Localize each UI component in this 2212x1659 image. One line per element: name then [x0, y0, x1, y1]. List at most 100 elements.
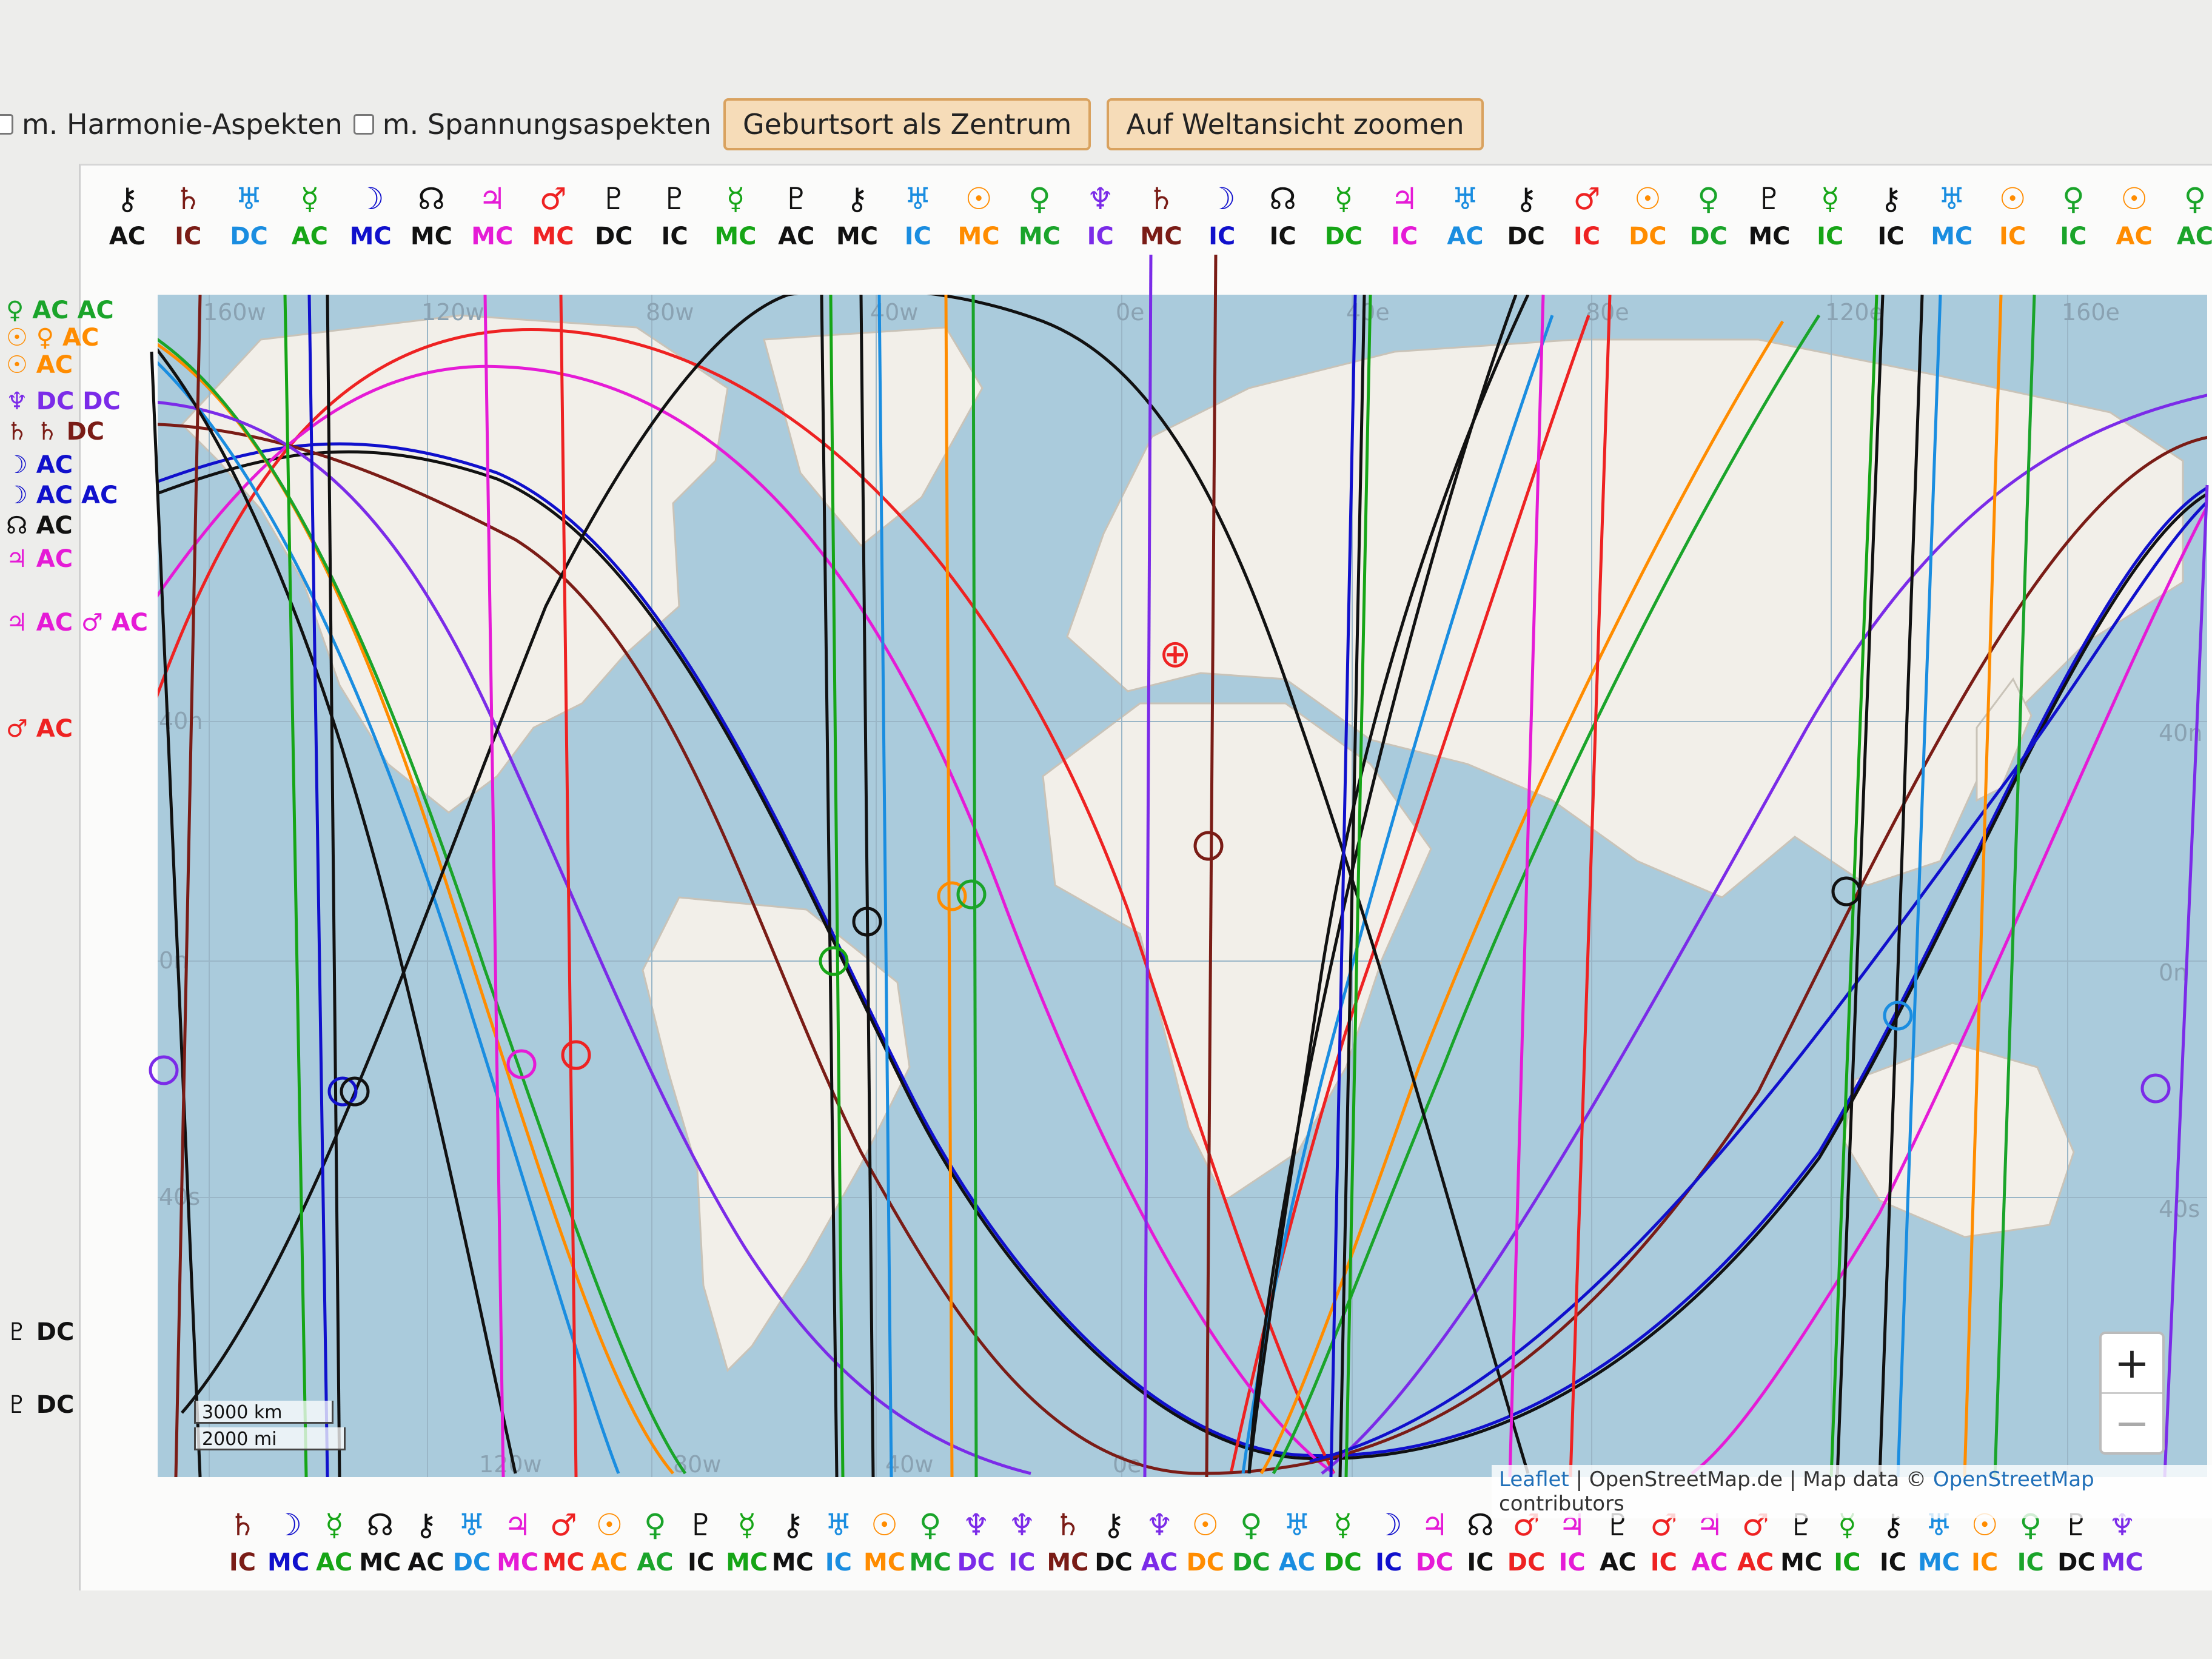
map-scale: 3000 km 2000 mi	[194, 1401, 346, 1454]
side-label-10: ♂ AC	[6, 715, 73, 743]
bottom-label-angle-6: MC	[497, 1549, 538, 1577]
scale-mi: 2000 mi	[194, 1427, 346, 1450]
lat-label-left-0: 40n	[159, 708, 203, 734]
top-label-symbol-19: ☊	[1269, 181, 1296, 216]
side-label-2: ☉ AC	[6, 351, 73, 379]
bottom-label-angle-17: IC	[1008, 1549, 1035, 1577]
top-label-angle-20: DC	[1325, 223, 1363, 250]
side-label-3: ♆ DC DC	[6, 387, 121, 415]
lon-label-1: 120w	[421, 299, 484, 326]
top-label-symbol-30: ♅	[1938, 181, 1965, 216]
bottom-label-symbol-2: ☿	[325, 1507, 344, 1543]
bottom-label-symbol-12: ⚷	[782, 1507, 804, 1543]
top-label-angle-19: IC	[1269, 223, 1296, 250]
bottom-label-symbol-19: ⚷	[1102, 1507, 1125, 1543]
bottom-label-angle-28: DC	[1507, 1549, 1546, 1577]
top-label-angle-2: DC	[230, 223, 268, 250]
bottom-label-angle-15: MC	[910, 1549, 951, 1577]
top-label-angle-1: IC	[175, 223, 201, 250]
top-label-angle-34: AC	[2177, 223, 2212, 250]
top-label-angle-16: IC	[1087, 223, 1114, 250]
bottom-label-angle-13: IC	[825, 1549, 852, 1577]
top-label-angle-7: MC	[532, 223, 574, 250]
top-label-symbol-8: ♇	[600, 181, 628, 216]
bottom-label-symbol-3: ☊	[367, 1507, 394, 1543]
bottom-label-angle-37: MC	[1918, 1549, 1960, 1577]
top-label-angle-10: MC	[714, 223, 756, 250]
top-label-symbol-9: ♇	[661, 181, 688, 216]
top-label-angle-29: IC	[1877, 223, 1904, 250]
zoom-control: + −	[2099, 1332, 2165, 1455]
top-label-symbol-12: ⚷	[846, 181, 868, 216]
top-label-angle-31: IC	[1999, 223, 2026, 250]
bottom-label-angle-39: IC	[2017, 1549, 2044, 1577]
bottom-label-angle-11: MC	[726, 1549, 768, 1577]
top-label-symbol-23: ⚷	[1515, 181, 1537, 216]
top-label-symbol-7: ♂	[540, 181, 567, 216]
lon-label-6: 80e	[1586, 299, 1629, 326]
bottom-label-angle-21: DC	[1187, 1549, 1225, 1577]
side-label-1: ☉ ♀ AC	[6, 324, 99, 352]
bottom-label-angle-22: DC	[1232, 1549, 1270, 1577]
top-line-labels: ⚷ AC ♄ IC ♅ DC ☿ AC ☽ MC ☊ MC ♃ MC ♂ MC ♇ DC ♇ IC ☿ MC ♇ AC ⚷ MC ♅…	[109, 181, 2212, 250]
bottom-label-angle-40: DC	[2057, 1549, 2096, 1577]
leaflet-link[interactable]: Leaflet	[1499, 1467, 1569, 1492]
side-label-7: ☊ AC	[6, 512, 73, 540]
bottom-label-symbol-26: ♃	[1421, 1507, 1448, 1543]
bottom-label-angle-24: DC	[1324, 1549, 1362, 1577]
bottom-label-symbol-14: ☉	[871, 1507, 898, 1543]
top-label-angle-26: DC	[1689, 223, 1728, 250]
bottom-label-angle-29: IC	[1559, 1549, 1586, 1577]
bottom-label-symbol-22: ♀	[1240, 1507, 1262, 1543]
side-line-labels: ♀ AC AC☉ ♀ AC☉ AC ♆ DC DC ♄ ♄ DC ☽ AC☽ AC A…	[6, 297, 148, 1419]
attribution-contributors: contributors	[1499, 1492, 1624, 1516]
lon-label-4: 0e	[1116, 299, 1145, 326]
bottom-label-symbol-24: ☿	[1333, 1507, 1352, 1543]
top-label-symbol-4: ☽	[357, 181, 384, 216]
top-label-angle-25: DC	[1629, 223, 1667, 250]
bottom-label-angle-9: AC	[637, 1549, 673, 1577]
bottom-label-angle-4: AC	[407, 1549, 444, 1577]
zoom-in-button[interactable]: +	[2102, 1334, 2162, 1392]
top-label-symbol-0: ⚷	[116, 181, 139, 216]
bottom-label-symbol-1: ☽	[275, 1507, 302, 1543]
top-label-angle-24: IC	[1574, 223, 1600, 250]
bottom-label-angle-14: MC	[863, 1549, 905, 1577]
top-label-symbol-21: ♃	[1391, 181, 1418, 216]
side-label-0: ♀ AC AC	[6, 297, 114, 324]
osm-link[interactable]: OpenStreetMap	[1933, 1467, 2094, 1492]
bottom-label-angle-2: AC	[316, 1549, 352, 1577]
bottom-label-symbol-16: ♆	[962, 1507, 990, 1543]
top-label-angle-8: DC	[595, 223, 633, 250]
top-label-symbol-13: ♅	[904, 181, 931, 216]
bottom-label-angle-1: MC	[267, 1549, 309, 1577]
bottom-label-symbol-11: ☿	[737, 1507, 756, 1543]
bottom-label-symbol-4: ⚷	[415, 1507, 437, 1543]
lon-label-2: 80w	[646, 299, 694, 326]
birthplace-marker[interactable]: ⊕	[1159, 632, 1191, 677]
side-label-5: ☽ AC	[6, 451, 73, 479]
bottom-label-angle-31: IC	[1651, 1549, 1677, 1577]
top-label-angle-5: MC	[411, 223, 452, 250]
lat-label-left-1: 0n	[159, 947, 188, 974]
top-label-angle-21: IC	[1391, 223, 1418, 250]
bottom-label-symbol-17: ♆	[1008, 1507, 1036, 1543]
bottom-label-symbol-23: ♅	[1284, 1507, 1311, 1543]
bottom-label-angle-10: IC	[688, 1549, 714, 1577]
bottom-label-angle-18: MC	[1047, 1549, 1088, 1577]
top-label-symbol-2: ♅	[235, 181, 263, 216]
lon-label-8: 160e	[2062, 299, 2120, 326]
zoom-out-button[interactable]: −	[2102, 1392, 2162, 1452]
bottom-label-symbol-10: ♇	[688, 1507, 715, 1543]
top-label-angle-15: MC	[1019, 223, 1061, 250]
bottom-label-symbol-0: ♄	[229, 1507, 256, 1543]
bottom-label-angle-27: IC	[1467, 1549, 1493, 1577]
bottom-label-symbol-25: ☽	[1375, 1507, 1403, 1543]
top-label-angle-4: MC	[350, 223, 392, 250]
bottom-label-symbol-5: ♅	[458, 1507, 486, 1543]
top-label-angle-18: IC	[1208, 223, 1235, 250]
top-label-symbol-14: ☉	[965, 181, 993, 216]
bottom-label-symbol-13: ♅	[825, 1507, 853, 1543]
bottom-label-angle-36: IC	[1880, 1549, 1906, 1577]
bottom-label-angle-12: MC	[772, 1549, 814, 1577]
